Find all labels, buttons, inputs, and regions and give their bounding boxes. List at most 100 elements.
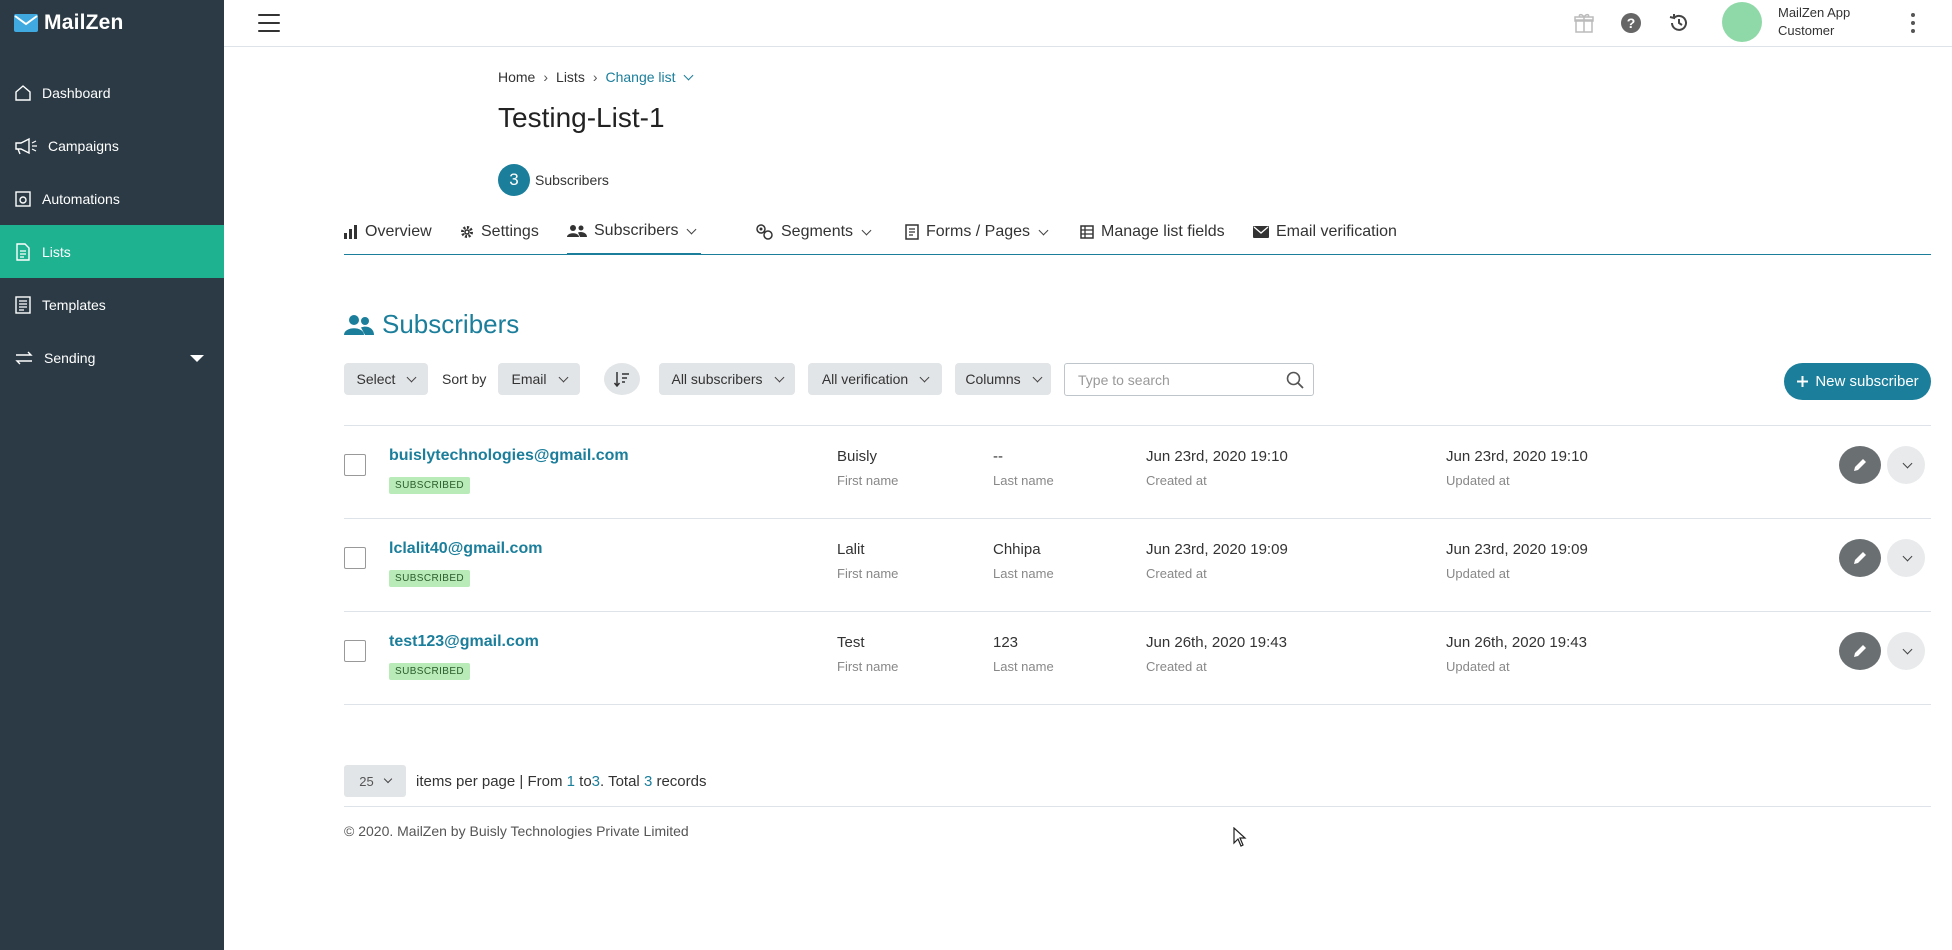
chevron-down-icon xyxy=(1902,551,1913,561)
columns-label: Columns xyxy=(965,371,1021,387)
created-at-value: Jun 23rd, 2020 19:10 xyxy=(1146,448,1288,465)
tab-settings[interactable]: Settings xyxy=(460,209,539,255)
pencil-icon xyxy=(1854,645,1866,657)
fields-icon xyxy=(1080,225,1094,239)
edit-subscriber-button[interactable] xyxy=(1839,446,1881,484)
tab-label: Forms / Pages xyxy=(926,223,1031,240)
section-title-text: Subscribers xyxy=(382,309,520,339)
first-name-label: First name xyxy=(837,566,899,581)
subscriber-email[interactable]: test123@gmail.com xyxy=(389,633,539,651)
tab-forms-pages[interactable]: Forms / Pages xyxy=(905,209,1049,255)
search-input[interactable] xyxy=(1065,364,1275,395)
pagination-summary: items per page | From 1 to3. Total 3 rec… xyxy=(416,773,706,790)
first-name-value: Buisly xyxy=(837,448,878,465)
chevron-down-icon xyxy=(683,70,693,80)
status-badge: SUBSCRIBED xyxy=(389,663,471,680)
subscribers-toolbar: Select Sort by Email All subscribers All… xyxy=(344,363,1931,400)
history-icon[interactable] xyxy=(1668,12,1690,34)
sort-field-dropdown[interactable]: Email xyxy=(498,363,580,395)
row-actions-button[interactable] xyxy=(1887,632,1925,670)
row-checkbox[interactable] xyxy=(344,547,366,569)
first-name-value: Test xyxy=(837,634,865,651)
footer-copyright: © 2020. MailZen by Buisly Technologies P… xyxy=(344,823,689,839)
forms-icon xyxy=(905,224,919,240)
created-at-value: Jun 26th, 2020 19:43 xyxy=(1146,634,1287,651)
envelope-logo-icon xyxy=(14,14,38,32)
created-at-label: Created at xyxy=(1146,473,1207,488)
sidebar-item-label: Templates xyxy=(42,296,106,313)
table-row: test123@gmail.com SUBSCRIBED Test First … xyxy=(344,612,1931,705)
sort-direction-button[interactable] xyxy=(604,363,640,395)
search-icon[interactable] xyxy=(1286,371,1304,389)
tab-segments[interactable]: Segments xyxy=(756,209,872,255)
select-label: Select xyxy=(356,371,396,387)
first-name-label: First name xyxy=(837,473,899,488)
updated-at-label: Updated at xyxy=(1446,566,1510,581)
updated-at-value: Jun 23rd, 2020 19:10 xyxy=(1446,448,1588,465)
subscriber-email[interactable]: buislytechnologies@gmail.com xyxy=(389,447,629,465)
tab-manage-list-fields[interactable]: Manage list fields xyxy=(1080,209,1225,255)
table-row: buislytechnologies@gmail.com SUBSCRIBED … xyxy=(344,426,1931,519)
change-list-dropdown[interactable]: Change list xyxy=(606,69,693,85)
more-vertical-icon[interactable] xyxy=(1910,13,1916,33)
menu-toggle-icon[interactable] xyxy=(258,14,280,32)
section-title: Subscribers xyxy=(344,309,519,340)
subscriber-count-badge: 3 xyxy=(498,164,530,196)
last-name-value: Chhipa xyxy=(993,541,1041,558)
svg-text:?: ? xyxy=(1627,15,1636,31)
chevron-down-icon xyxy=(919,372,930,382)
chevron-down-icon xyxy=(407,372,417,382)
new-subscriber-button[interactable]: New subscriber xyxy=(1784,363,1931,400)
first-name-label: First name xyxy=(837,659,899,674)
app-name: MailZen xyxy=(44,11,124,34)
sort-field-label: Email xyxy=(511,371,547,387)
first-name-value: Lalit xyxy=(837,541,865,558)
verification-filter-dropdown[interactable]: All verification xyxy=(808,363,942,395)
app-logo[interactable]: MailZen xyxy=(0,0,224,46)
sort-by-label: Sort by xyxy=(442,371,487,387)
edit-subscriber-button[interactable] xyxy=(1839,632,1881,670)
search-box xyxy=(1064,363,1314,396)
caret-down-icon[interactable] xyxy=(190,354,204,362)
help-icon[interactable]: ? xyxy=(1620,12,1642,34)
sidebar-item-lists[interactable]: Lists xyxy=(0,225,224,278)
updated-at-label: Updated at xyxy=(1446,473,1510,488)
tab-overview[interactable]: Overview xyxy=(344,209,432,255)
sidebar-item-label: Dashboard xyxy=(42,84,111,101)
breadcrumb-lists[interactable]: Lists xyxy=(556,69,585,85)
subscriber-email[interactable]: lclalit40@gmail.com xyxy=(389,540,542,558)
per-page-dropdown[interactable]: 25 xyxy=(344,765,406,797)
pager-records-label: records xyxy=(656,773,707,790)
sidebar-item-campaigns[interactable]: Campaigns xyxy=(0,119,224,172)
gear-icon xyxy=(461,226,473,238)
row-actions-button[interactable] xyxy=(1887,446,1925,484)
last-name-label: Last name xyxy=(993,473,1054,488)
tab-email-verification[interactable]: Email verification xyxy=(1253,209,1397,255)
select-dropdown[interactable]: Select xyxy=(344,363,428,395)
avatar[interactable] xyxy=(1722,2,1762,42)
tab-subscribers[interactable]: Subscribers xyxy=(567,209,702,255)
table-row: lclalit40@gmail.com SUBSCRIBED Lalit Fir… xyxy=(344,519,1931,612)
tab-label: Subscribers xyxy=(594,222,679,239)
sidebar-item-dashboard[interactable]: Dashboard xyxy=(0,66,224,119)
sidebar-item-sending[interactable]: Sending xyxy=(0,331,224,384)
row-checkbox[interactable] xyxy=(344,454,366,476)
pager-total-label: . Total xyxy=(600,773,640,790)
template-icon xyxy=(15,295,31,314)
transfer-icon xyxy=(15,351,33,364)
chevron-down-icon xyxy=(1902,458,1913,468)
row-actions-button[interactable] xyxy=(1887,539,1925,577)
edit-subscriber-button[interactable] xyxy=(1839,539,1881,577)
user-name[interactable]: MailZen App xyxy=(1778,4,1850,22)
sidebar-item-label: Lists xyxy=(42,243,71,260)
sidebar-item-automations[interactable]: Automations xyxy=(0,172,224,225)
bar-chart-icon xyxy=(344,225,357,239)
verification-filter-label: All verification xyxy=(821,371,909,387)
gift-icon[interactable] xyxy=(1573,12,1595,34)
row-checkbox[interactable] xyxy=(344,640,366,662)
subscriber-filter-dropdown[interactable]: All subscribers xyxy=(659,363,795,395)
sidebar-item-templates[interactable]: Templates xyxy=(0,278,224,331)
envelope-icon xyxy=(1253,226,1269,238)
breadcrumb-home[interactable]: Home xyxy=(498,69,535,85)
columns-dropdown[interactable]: Columns xyxy=(955,363,1051,395)
